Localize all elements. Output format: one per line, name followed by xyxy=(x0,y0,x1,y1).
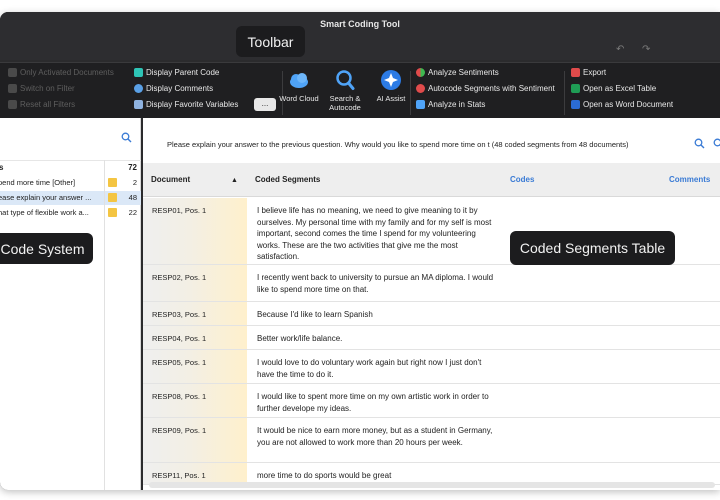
coded-segments-pane: Please explain your answer to the previo… xyxy=(143,118,720,490)
table-row[interactable]: RESP08, Pos. 1 I would like to spent mor… xyxy=(143,384,720,418)
search-icon xyxy=(336,70,355,90)
column-header-document[interactable]: Document ▲ xyxy=(143,163,247,197)
switch-on-filter-button[interactable]: Switch on Filter xyxy=(8,84,75,93)
export-button[interactable]: Export xyxy=(571,68,606,77)
search-icon[interactable] xyxy=(121,132,132,143)
search-icon[interactable] xyxy=(694,138,705,149)
code-label: hat type of flexible work a... xyxy=(0,208,89,217)
open-word-button[interactable]: Open as Word Document xyxy=(571,100,673,109)
segment-cell: I would like to spent more time on my ow… xyxy=(257,392,489,413)
ribbon-divider xyxy=(564,71,565,115)
document-cell: RESP04, Pos. 1 xyxy=(143,326,247,349)
code-system-pane: s 72 pend more time [Other] 2 ease expla… xyxy=(0,118,141,490)
app-window: Smart Coding Tool ↶ ↷ Only Activated Doc… xyxy=(0,12,720,490)
excel-icon xyxy=(571,84,580,93)
segment-cell: I would love to do voluntary work again … xyxy=(257,358,482,379)
redo-icon[interactable]: ↷ xyxy=(642,44,650,55)
table-row[interactable]: RESP02, Pos. 1 I recently went back to u… xyxy=(143,265,720,302)
document-cell: RESP09, Pos. 1 xyxy=(143,418,247,462)
word-icon xyxy=(571,100,580,109)
sort-ascending-icon[interactable]: ▲ xyxy=(231,177,238,184)
stats-icon xyxy=(416,100,425,109)
more-options-button[interactable]: ... xyxy=(254,98,276,111)
column-header-coded-segments[interactable]: Coded Segments xyxy=(247,163,499,197)
code-count: 2 xyxy=(132,178,137,187)
code-system-callout: Code System xyxy=(0,233,93,264)
column-divider xyxy=(104,160,105,490)
display-favorite-variables-button[interactable]: Display Favorite Variables xyxy=(134,100,238,109)
code-count: 48 xyxy=(128,193,137,202)
segment-cell: Because I'd like to learn Spanish xyxy=(257,310,373,319)
toolbar-callout: Toolbar xyxy=(236,26,305,57)
segment-cell: I recently went back to university to pu… xyxy=(257,273,494,294)
documents-icon xyxy=(8,68,17,77)
document-cell: RESP03, Pos. 1 xyxy=(143,302,247,325)
horizontal-scrollbar[interactable] xyxy=(149,482,715,488)
column-header-comments[interactable]: Comments xyxy=(663,163,720,197)
sentiment-icon xyxy=(416,68,425,77)
export-icon xyxy=(571,68,580,77)
code-system-header: s 72 xyxy=(0,160,141,174)
memo-icon[interactable] xyxy=(108,178,117,187)
analyze-sentiments-button[interactable]: Analyze Sentiments xyxy=(416,68,499,77)
undo-icon[interactable]: ↶ xyxy=(616,44,624,55)
table-row[interactable]: RESP03, Pos. 1 Because I'd like to learn… xyxy=(143,302,720,326)
cloud-icon xyxy=(290,73,308,88)
autocode-sentiment-icon xyxy=(416,84,425,93)
code-label: pend more time [Other] xyxy=(0,178,76,187)
segment-cell: I believe life has no meaning, we need t… xyxy=(257,206,492,261)
code-system-root-count: 72 xyxy=(128,163,137,172)
column-header-codes[interactable]: Codes xyxy=(499,163,663,197)
autocode-segments-sentiment-button[interactable]: Autocode Segments with Sentiment xyxy=(416,84,555,93)
variables-icon xyxy=(134,100,143,109)
analyze-in-stats-button[interactable]: Analyze in Stats xyxy=(416,100,485,109)
code-row-selected[interactable]: ease explain your answer ... 48 xyxy=(0,191,141,205)
code-label: ease explain your answer ... xyxy=(0,193,92,202)
segments-description: Please explain your answer to the previo… xyxy=(167,140,629,149)
ai-assist-icon xyxy=(381,70,401,90)
search-icon[interactable] xyxy=(713,138,720,149)
toolbar-ribbon: Only Activated Documents Switch on Filte… xyxy=(0,62,720,118)
filter-icon xyxy=(8,84,17,93)
ribbon-divider xyxy=(410,71,411,115)
table-row[interactable]: RESP09, Pos. 1 It would be nice to earn … xyxy=(143,418,720,463)
title-bar: Smart Coding Tool ↶ ↷ xyxy=(0,12,720,60)
reset-all-filters-button[interactable]: Reset all Filters xyxy=(8,100,75,109)
word-cloud-button[interactable]: Word Cloud xyxy=(277,69,321,103)
code-system-root-label: s xyxy=(0,163,4,172)
segments-info-bar: Please explain your answer to the previo… xyxy=(143,118,720,160)
memo-icon[interactable] xyxy=(108,208,117,217)
code-count: 22 xyxy=(128,208,137,217)
code-row[interactable]: hat type of flexible work a... 22 xyxy=(0,206,141,220)
table-row[interactable]: RESP04, Pos. 1 Better work/life balance. xyxy=(143,326,720,350)
document-cell: RESP11, Pos. 1 xyxy=(143,463,247,484)
window-title: Smart Coding Tool xyxy=(320,19,400,29)
memo-icon[interactable] xyxy=(108,193,117,202)
reset-filter-icon xyxy=(8,100,17,109)
display-comments-button[interactable]: Display Comments xyxy=(134,84,213,93)
table-row[interactable]: RESP05, Pos. 1 I would love to do volunt… xyxy=(143,350,720,384)
comment-icon xyxy=(134,84,143,93)
document-cell: RESP05, Pos. 1 xyxy=(143,350,247,383)
document-cell: RESP02, Pos. 1 xyxy=(143,265,247,301)
code-row[interactable]: pend more time [Other] 2 xyxy=(0,176,141,190)
search-autocode-button[interactable]: Search & Autocode xyxy=(323,69,367,112)
display-parent-code-button[interactable]: Display Parent Code xyxy=(134,68,219,77)
segment-cell: Better work/life balance. xyxy=(257,334,343,343)
ai-assist-button[interactable]: AI Assist xyxy=(369,69,413,103)
document-cell: RESP08, Pos. 1 xyxy=(143,384,247,417)
segment-cell: more time to do sports would be great xyxy=(257,471,392,480)
open-excel-button[interactable]: Open as Excel Table xyxy=(571,84,656,93)
segments-table-callout: Coded Segments Table xyxy=(510,231,675,265)
parent-code-icon xyxy=(134,68,143,77)
document-cell: RESP01, Pos. 1 xyxy=(143,198,247,264)
only-activated-documents-button[interactable]: Only Activated Documents xyxy=(8,68,114,77)
segment-cell: It would be nice to earn more money, but… xyxy=(257,426,493,447)
